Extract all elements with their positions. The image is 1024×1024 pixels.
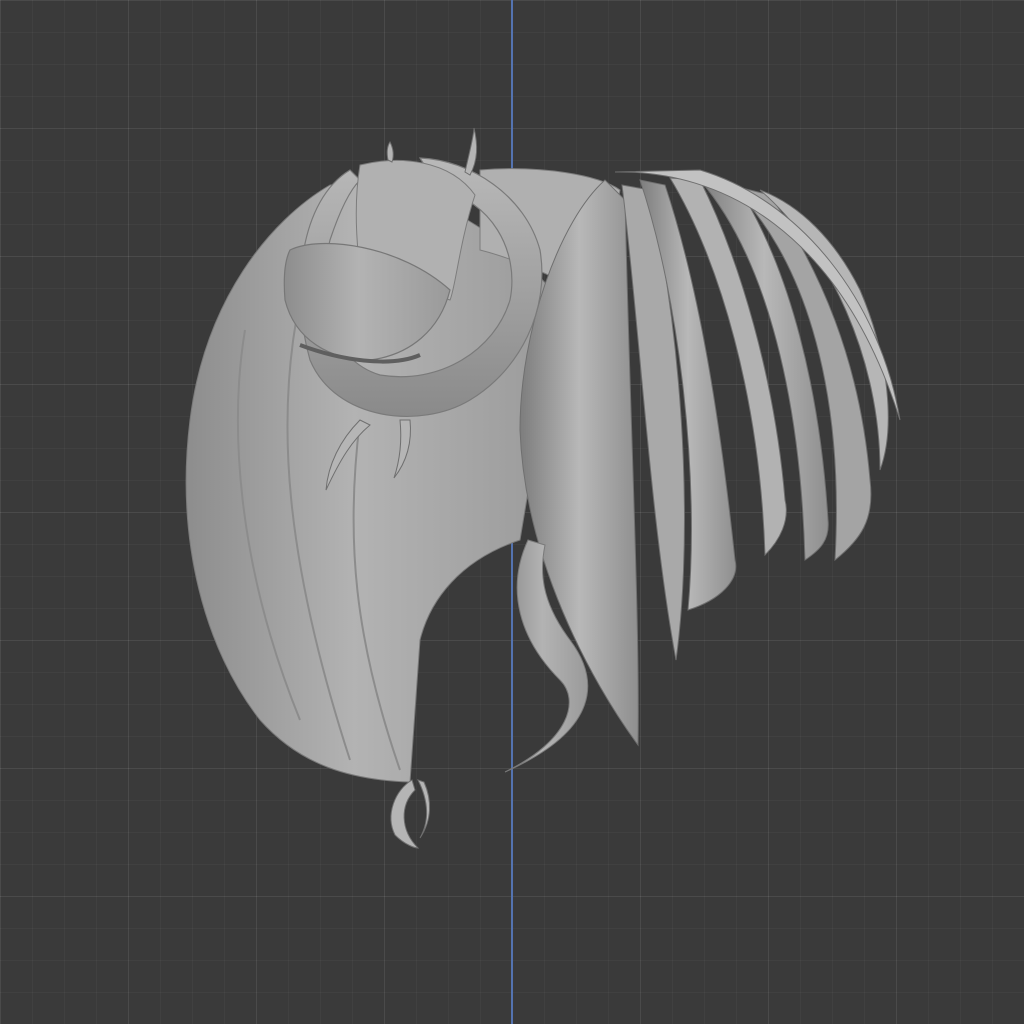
3d-viewport[interactable] — [0, 0, 1024, 1024]
hair-model-mesh[interactable] — [0, 0, 1024, 1024]
